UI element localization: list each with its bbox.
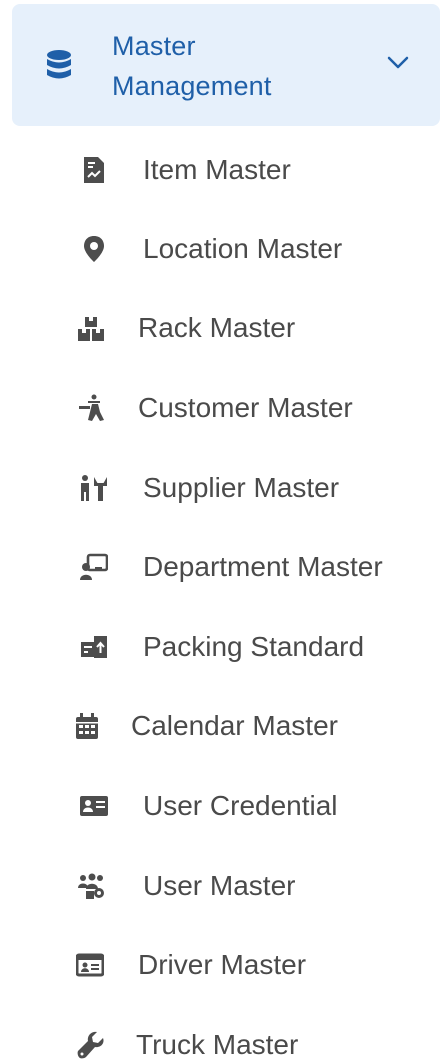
calendar-icon	[73, 712, 101, 740]
nav-item-user-master[interactable]: User Master	[0, 851, 440, 921]
nav-item-label: Rack Master	[138, 312, 296, 343]
id-card-icon	[80, 792, 108, 820]
nav-item-label: Supplier Master	[143, 472, 340, 503]
wrench-icon	[77, 1031, 105, 1059]
nav-item-label: Calendar Master	[131, 710, 338, 741]
nav-item-user-credential[interactable]: User Credential	[0, 771, 440, 841]
nav-item-department-master[interactable]: Department Master	[0, 532, 440, 602]
truck-loading-icon	[80, 633, 108, 661]
nav-item-label: Truck Master	[136, 1029, 299, 1060]
nav-item-label: Location Master	[143, 233, 343, 264]
group-title-line2: Management	[112, 71, 272, 101]
chalkboard-user-icon	[80, 553, 108, 581]
nav-item-label: User Credential	[143, 790, 338, 821]
nav-item-label: Department Master	[143, 551, 383, 582]
database-icon	[46, 49, 72, 81]
nav-item-customer-master[interactable]: Customer Master	[0, 373, 440, 443]
file-chart-icon	[80, 156, 108, 184]
chevron-down-icon[interactable]	[387, 56, 409, 70]
master-management-nav: Master Management Item Master Location M…	[0, 0, 440, 1060]
nav-item-packing-standard[interactable]: Packing Standard	[0, 612, 440, 682]
nav-item-label: Packing Standard	[143, 631, 365, 662]
nav-item-label: User Master	[143, 870, 296, 901]
nav-item-label: Customer Master	[138, 392, 353, 423]
person-carry-icon	[78, 394, 106, 422]
group-title: Master Management	[112, 26, 342, 106]
nav-item-label: Item Master	[143, 154, 291, 185]
map-pin-icon	[80, 235, 108, 263]
master-management-group-header[interactable]: Master Management	[12, 4, 440, 126]
nav-item-calendar-master[interactable]: Calendar Master	[0, 691, 440, 761]
nav-item-location-master[interactable]: Location Master	[0, 214, 440, 284]
nav-item-item-master[interactable]: Item Master	[0, 135, 440, 205]
group-title-line1: Master	[112, 31, 196, 61]
people-carry-icon	[80, 474, 108, 502]
driver-license-icon	[76, 951, 104, 979]
nav-item-label: Driver Master	[138, 949, 307, 980]
nav-item-rack-master[interactable]: Rack Master	[0, 293, 440, 363]
boxes-stacked-icon	[77, 314, 105, 342]
nav-item-driver-master[interactable]: Driver Master	[0, 930, 440, 1000]
nav-item-truck-master[interactable]: Truck Master	[0, 1010, 440, 1060]
nav-item-supplier-master[interactable]: Supplier Master	[0, 453, 440, 523]
users-gear-icon	[78, 872, 106, 900]
